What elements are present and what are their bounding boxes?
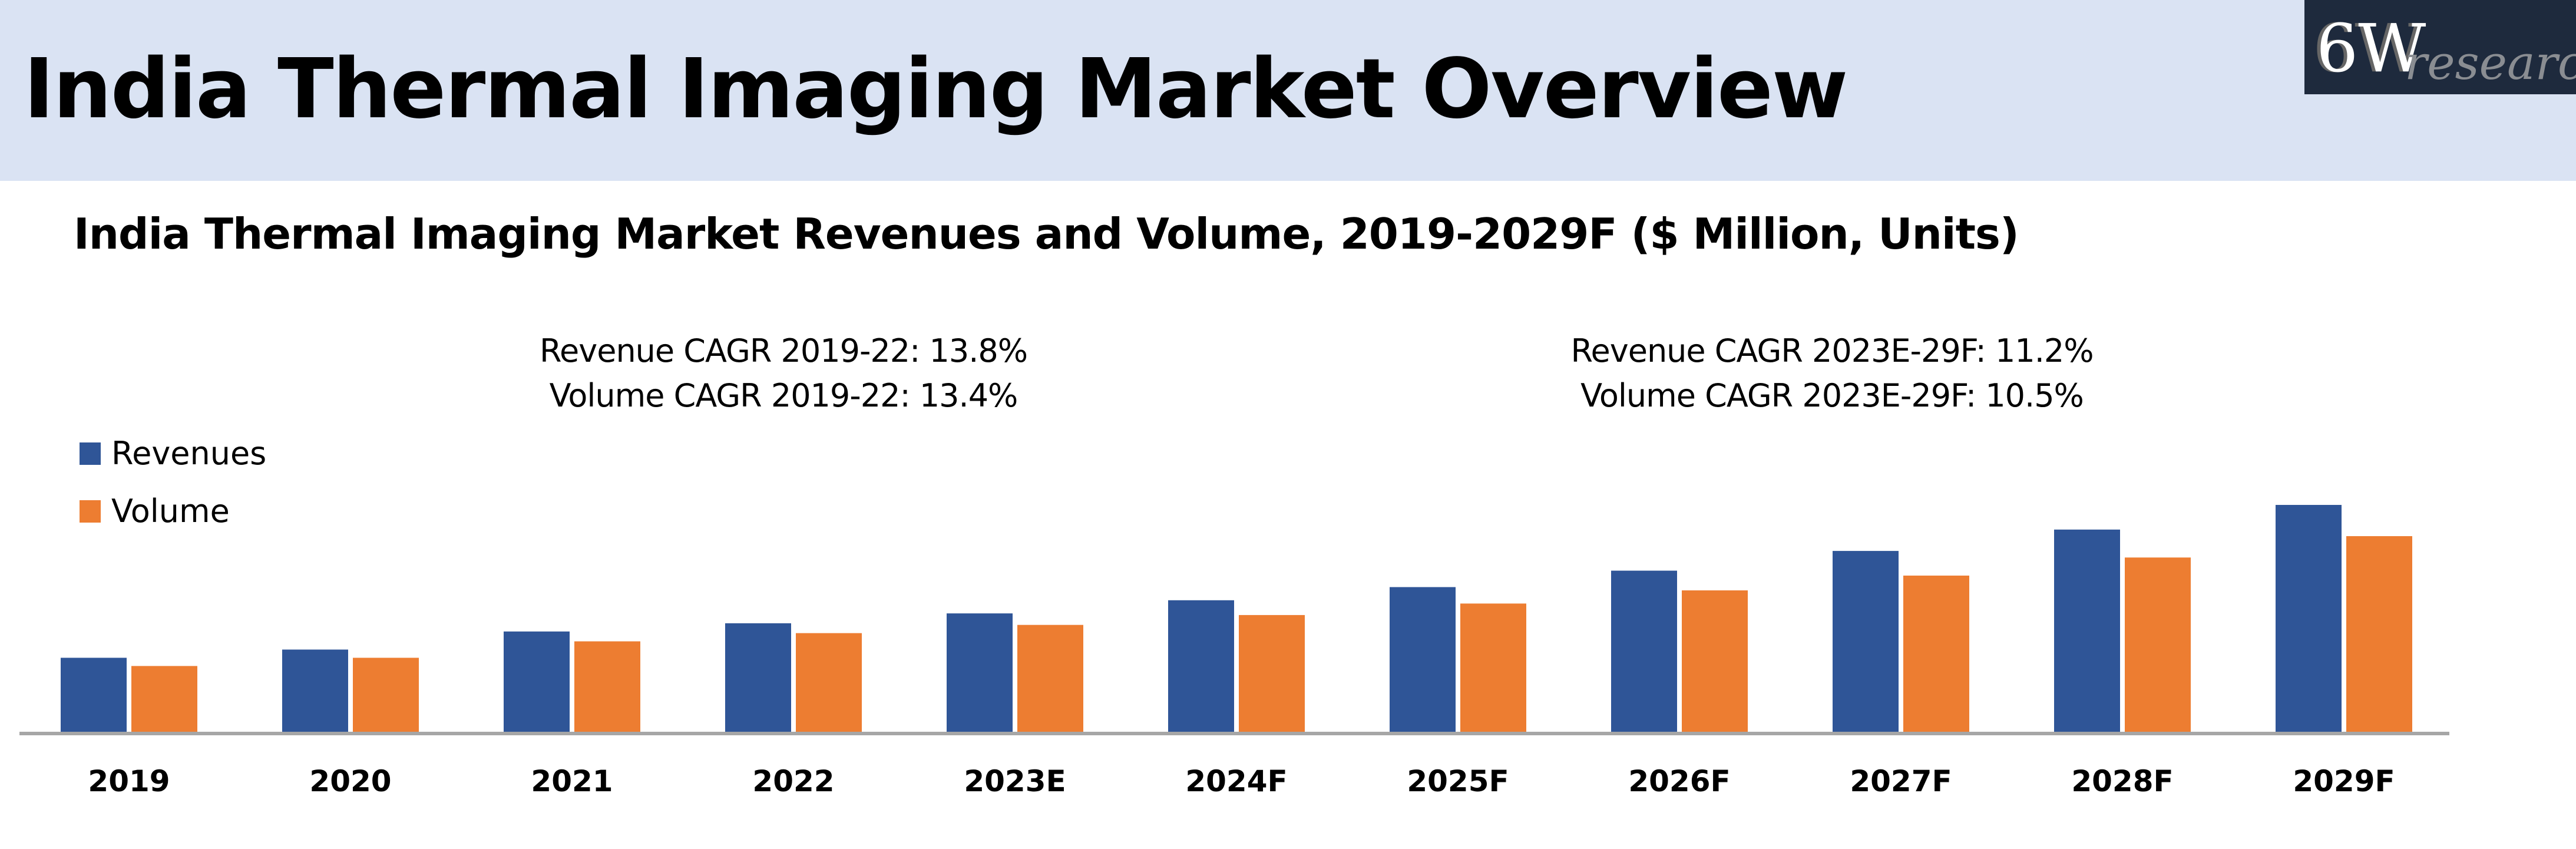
bar-volume-2023E bbox=[1017, 625, 1083, 732]
x-tick-label: 2029F bbox=[2293, 764, 2395, 798]
bar-volume-2025F bbox=[1460, 603, 1526, 732]
bar-volume-2026F bbox=[1682, 590, 1748, 732]
x-tick-label: 2027F bbox=[1850, 764, 1952, 798]
bar-revenues-2027F bbox=[1833, 551, 1899, 732]
bar-revenues-2023E bbox=[947, 613, 1013, 732]
bar-volume-2019 bbox=[131, 666, 197, 732]
bar-revenues-2028F bbox=[2054, 529, 2120, 732]
x-tick-label: 2022 bbox=[752, 764, 834, 798]
x-tick-label: 2023E bbox=[964, 764, 1066, 798]
bar-revenues-2022 bbox=[725, 623, 791, 732]
bar-volume-2024F bbox=[1239, 615, 1305, 732]
bar-volume-2029F bbox=[2346, 536, 2412, 732]
bar-volume-2027F bbox=[1903, 575, 1969, 732]
bar-revenues-2020 bbox=[282, 649, 348, 732]
bar-volume-2022 bbox=[796, 633, 862, 732]
x-tick-label: 2020 bbox=[309, 764, 391, 798]
x-tick-label: 2019 bbox=[88, 764, 170, 798]
bar-volume-2028F bbox=[2125, 557, 2191, 732]
bar-revenues-2025F bbox=[1390, 587, 1456, 732]
bar-revenues-2019 bbox=[61, 658, 127, 732]
x-axis-line bbox=[19, 732, 2449, 735]
bar-revenues-2026F bbox=[1611, 570, 1677, 732]
x-tick-label: 2024F bbox=[1185, 764, 1287, 798]
x-tick-label: 2028F bbox=[2071, 764, 2173, 798]
x-tick-label: 2021 bbox=[531, 764, 613, 798]
bar-volume-2020 bbox=[353, 658, 419, 732]
x-tick-label: 2025F bbox=[1407, 764, 1509, 798]
x-tick-label: 2026F bbox=[1628, 764, 1730, 798]
bar-revenues-2024F bbox=[1168, 600, 1234, 732]
bar-revenues-2029F bbox=[2276, 504, 2342, 732]
bar-chart: 2019 2020 2021 2022 2023E 2024F 2025F 2026F 2027… bbox=[19, 504, 2449, 798]
bar-revenues-2021 bbox=[504, 631, 570, 732]
bar-volume-2021 bbox=[574, 641, 640, 732]
